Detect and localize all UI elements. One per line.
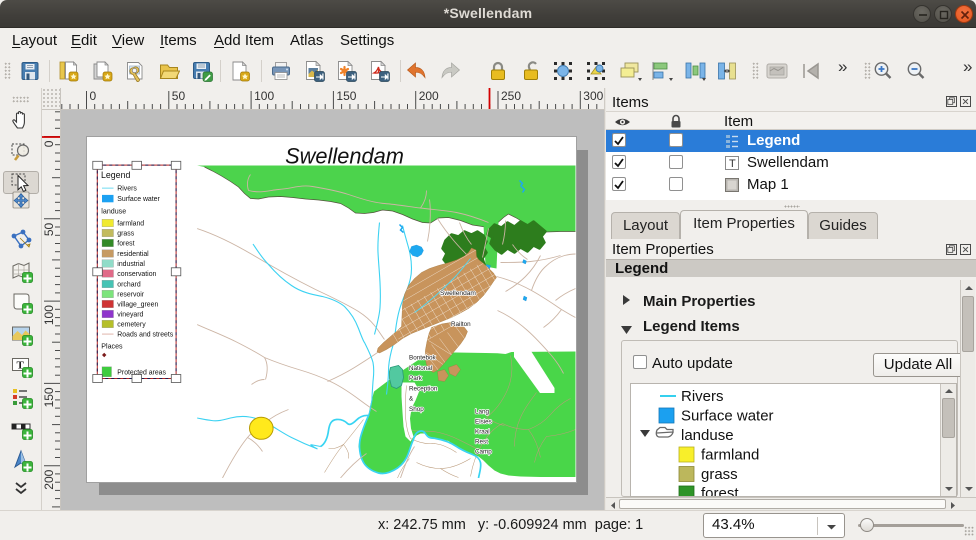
svg-text:reservoir: reservoir xyxy=(117,291,145,298)
svg-text:landuse: landuse xyxy=(101,207,126,215)
svg-text:residential: residential xyxy=(117,250,149,257)
svg-text:Surface water: Surface water xyxy=(117,196,160,203)
svg-text:Lang: Lang xyxy=(475,408,490,415)
svg-text:Elsies: Elsies xyxy=(475,418,492,425)
svg-text:T: T xyxy=(729,158,736,170)
svg-text:grass: grass xyxy=(117,230,134,237)
svg-text:cemetery: cemetery xyxy=(117,321,146,328)
svg-text:Bontebok: Bontebok xyxy=(409,354,436,361)
svg-text:Railton: Railton xyxy=(451,321,471,328)
svg-text:Kraal: Kraal xyxy=(475,428,490,435)
svg-text:300: 300 xyxy=(583,89,603,103)
svg-text:Shop: Shop xyxy=(409,406,424,413)
svg-text:Surface water: Surface water xyxy=(681,408,774,425)
svg-text:Swellendam: Swellendam xyxy=(285,143,404,168)
svg-text:50: 50 xyxy=(172,89,186,103)
svg-text:village_green: village_green xyxy=(117,301,158,308)
svg-text:Park: Park xyxy=(409,375,423,382)
svg-text:Legend: Legend xyxy=(101,170,130,180)
svg-text:200: 200 xyxy=(42,469,56,489)
svg-text:100: 100 xyxy=(254,89,274,103)
svg-text:50: 50 xyxy=(42,222,56,236)
svg-text:orchard: orchard xyxy=(117,281,141,288)
svg-text:Places: Places xyxy=(101,342,123,350)
svg-text:100: 100 xyxy=(42,305,56,325)
svg-text:Reception: Reception xyxy=(409,385,438,392)
svg-text:grass: grass xyxy=(701,466,738,483)
svg-text:farmland: farmland xyxy=(701,447,759,464)
svg-text:Rest: Rest xyxy=(475,438,488,445)
svg-text:landuse: landuse xyxy=(681,427,734,444)
svg-text:Camp: Camp xyxy=(475,448,492,455)
svg-text:150: 150 xyxy=(42,387,56,407)
svg-text:250: 250 xyxy=(501,89,521,103)
svg-text:industrial: industrial xyxy=(117,260,145,267)
svg-text:Rivers: Rivers xyxy=(117,185,137,192)
svg-text:200: 200 xyxy=(419,89,439,103)
svg-text:farmland: farmland xyxy=(117,220,144,227)
svg-text:National: National xyxy=(409,364,432,371)
svg-text:0: 0 xyxy=(42,140,56,147)
svg-text:0: 0 xyxy=(90,89,97,103)
svg-text:vineyard: vineyard xyxy=(117,311,143,318)
svg-text:Roads and streets: Roads and streets xyxy=(117,331,173,338)
svg-text:forest: forest xyxy=(117,240,134,247)
svg-text:conservation: conservation xyxy=(117,270,156,277)
svg-text:Swellendam: Swellendam xyxy=(440,290,476,297)
svg-text:Rivers: Rivers xyxy=(681,388,724,405)
svg-text:150: 150 xyxy=(336,89,356,103)
svg-text:forest: forest xyxy=(701,485,739,497)
